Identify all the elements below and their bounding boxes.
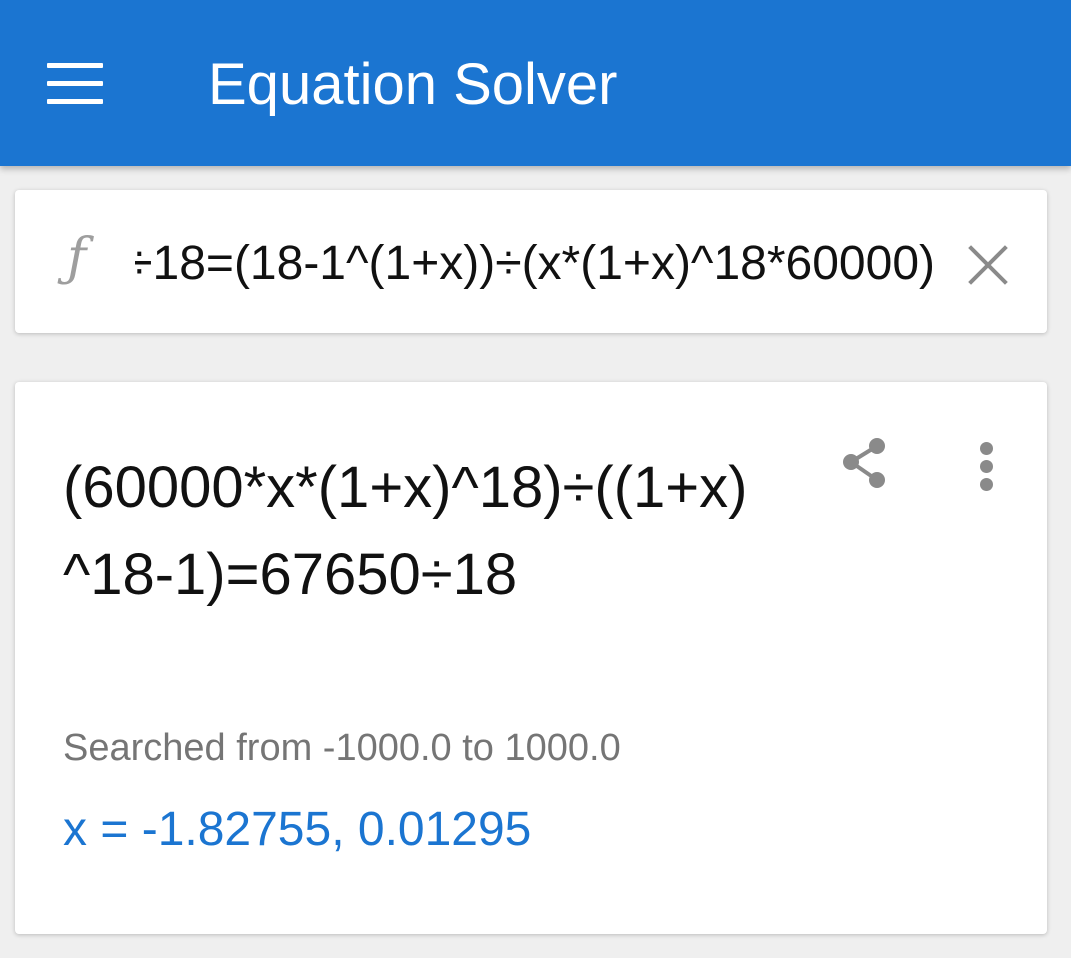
hamburger-menu-icon[interactable]: [40, 55, 110, 111]
solution-text: x = -1.82755, 0.01295: [63, 803, 532, 856]
search-range-text: Searched from -1000.0 to 1000.0: [63, 727, 621, 769]
more-dot: [980, 460, 993, 473]
function-icon: ƒ: [67, 228, 87, 288]
more-dot: [980, 442, 993, 455]
equation-input-card: ƒ: [15, 190, 1047, 333]
app-bar: Equation Solver: [0, 0, 1071, 166]
app-title: Equation Solver: [208, 52, 618, 117]
menu-line: [47, 81, 103, 86]
more-vert-icon[interactable]: [965, 436, 1009, 496]
share-icon[interactable]: [837, 436, 893, 492]
result-equation: (60000*x*(1+x)^18)÷((1+x)^18-1)=67650÷18: [63, 455, 748, 607]
close-icon[interactable]: [958, 234, 1018, 294]
result-card: (60000*x*(1+x)^18)÷((1+x)^18-1)=67650÷18…: [15, 382, 1047, 934]
more-dot: [980, 478, 993, 491]
menu-line: [47, 99, 103, 104]
equation-input[interactable]: [135, 228, 935, 298]
menu-line: [47, 63, 103, 68]
